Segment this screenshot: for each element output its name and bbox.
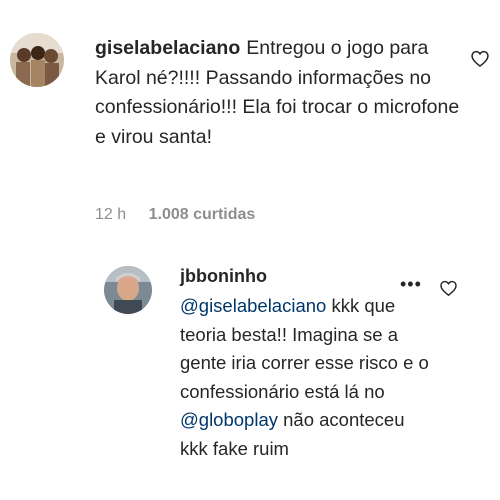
avatar-jbboninho[interactable] xyxy=(104,266,152,314)
comment-time: 12 h xyxy=(95,206,127,223)
comment-likes[interactable]: 1.008 curtidas xyxy=(149,206,256,223)
heart-icon[interactable] xyxy=(470,49,490,69)
comment-text-block: giselabelaciano Entregou o jogo para Karo… xyxy=(95,34,465,152)
avatar-giselabelaciano[interactable] xyxy=(10,33,64,87)
reply-username[interactable]: jbboninho xyxy=(180,266,267,287)
heart-icon[interactable] xyxy=(439,279,458,298)
comment-username[interactable]: giselabelaciano xyxy=(95,37,240,59)
mention-link[interactable]: @globoplay xyxy=(180,409,278,430)
reply-text: @giselabelaciano kkk que teoria besta!! … xyxy=(180,292,430,464)
mention-link[interactable]: @giselabelaciano xyxy=(180,295,326,316)
comment-meta: 12 h 1.008 curtidas xyxy=(95,206,255,224)
